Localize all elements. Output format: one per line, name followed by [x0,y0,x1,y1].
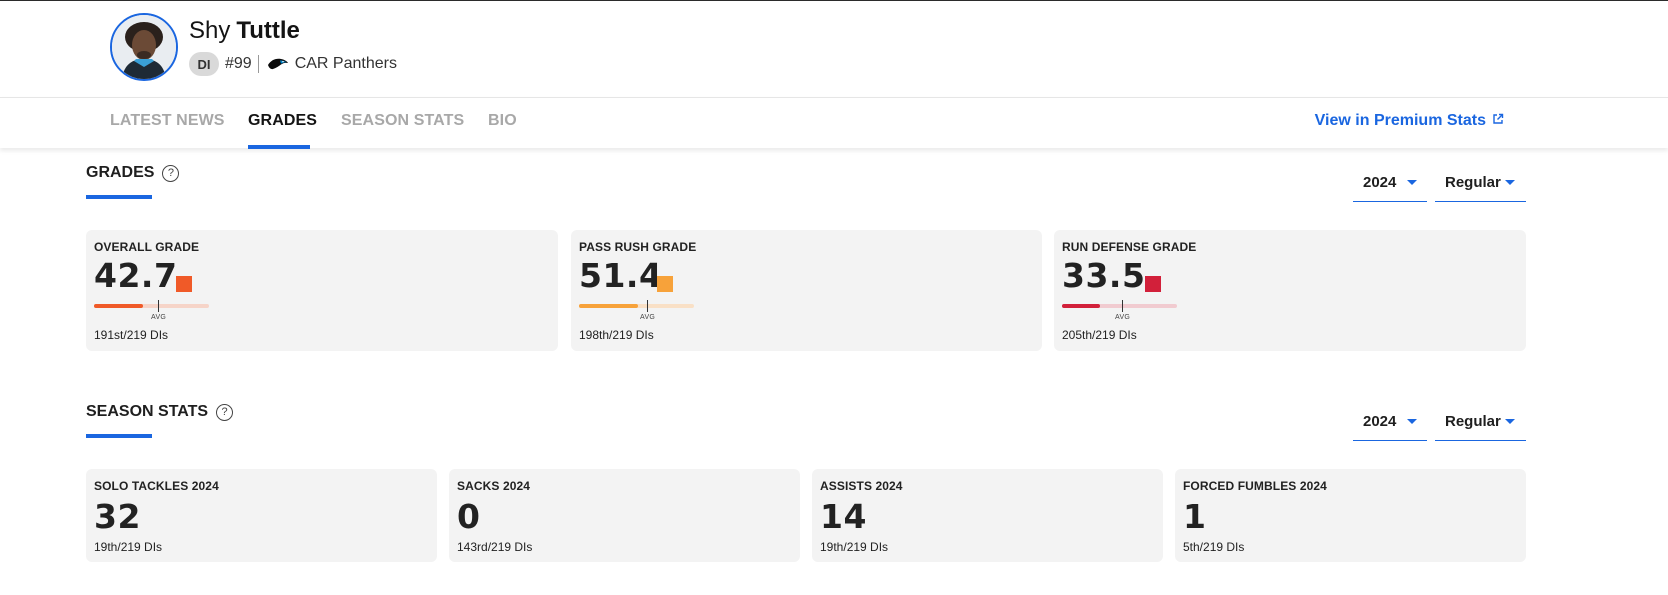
stat-card-label: FORCED FUMBLES 2024 [1183,479,1327,493]
avg-marker [1122,300,1123,312]
season-stats-year-dropdown[interactable]: 2024 [1353,402,1427,441]
grades-season-type-value: Regular [1445,173,1501,191]
position-badge: DI [189,52,219,76]
avg-marker [158,300,159,312]
jersey-number: #99 [225,55,252,72]
tab-bio[interactable]: BIO [488,112,517,130]
caret-down-icon [1505,419,1515,424]
player-meta: DI #99 CAR Panthers [189,51,397,77]
season-stats-season-type-dropdown[interactable]: Regular [1435,402,1526,441]
grade-card-value: 42.7 [94,256,178,295]
stat-card-solo-tackles: SOLO TACKLES 2024 32 19th/219 DIs [86,469,437,562]
stat-card-label: SACKS 2024 [457,479,531,493]
grade-card-rank: 198th/219 DIs [579,328,654,342]
grades-title: GRADES [86,164,155,181]
grade-card-rank: 191st/219 DIs [94,328,169,342]
stat-card-assists: ASSISTS 2024 14 19th/219 DIs [812,469,1163,562]
grade-bar-fill [94,304,143,308]
question-circle-icon[interactable]: ? [216,403,234,421]
question-circle-icon[interactable]: ? [162,164,180,182]
stat-card-rank: 19th/219 DIs [94,540,163,554]
stat-card-label: ASSISTS 2024 [820,479,903,493]
player-last-name: Tuttle [236,17,300,44]
grade-bar-track [94,304,209,308]
caret-down-icon [1505,180,1515,185]
premium-stats-label: View in Premium Stats [1314,112,1486,129]
player-name: Shy Tuttle [189,17,300,45]
grade-card-value: 33.5 [1062,256,1146,295]
grade-card-run-defense: RUN DEFENSE GRADE 33.5 AVG 205th/219 DIs [1054,230,1526,351]
season-stats-title-underline [86,434,152,438]
grade-color-swatch [176,276,192,292]
grade-card-rank: 205th/219 DIs [1062,328,1137,342]
grade-card-value: 51.4 [579,256,663,295]
stat-card-value: 0 [457,497,481,536]
grade-bar-track [1062,304,1177,308]
avg-label: AVG [640,314,656,321]
grade-card-label: OVERALL GRADE [94,240,200,254]
grades-year-dropdown[interactable]: 2024 [1353,163,1427,202]
external-link-icon [1492,112,1504,130]
avg-marker [647,300,648,312]
stat-card-forced-fumbles: FORCED FUMBLES 2024 1 5th/219 DIs [1175,469,1526,562]
premium-stats-link[interactable]: View in Premium Stats [1315,112,1504,130]
stat-card-rank: 19th/219 DIs [820,540,889,554]
grade-color-swatch [657,276,673,292]
grade-bar-fill [579,304,638,308]
avg-label: AVG [151,314,167,321]
avg-label: AVG [1115,314,1131,321]
active-tab-indicator [248,145,310,149]
stat-card-value: 14 [820,497,867,536]
tabs-bar: LATEST NEWS GRADES SEASON STATS BIO View… [0,97,1668,149]
tab-latest-news[interactable]: LATEST NEWS [110,112,225,130]
meta-divider [257,55,259,73]
player-first-name: Shy [189,17,231,44]
caret-down-icon [1407,419,1417,424]
grade-color-swatch [1145,276,1161,292]
stat-card-rank: 5th/219 DIs [1183,540,1245,554]
grade-bar-fill [1062,304,1100,308]
caret-down-icon [1407,180,1417,185]
stat-card-value: 32 [94,497,141,536]
grade-card-label: RUN DEFENSE GRADE [1062,240,1197,254]
tab-grades[interactable]: GRADES [248,112,317,130]
season-stats-season-type-value: Regular [1445,412,1501,430]
panthers-logo-icon [267,56,289,72]
grade-card-overall: OVERALL GRADE 42.7 AVG 191st/219 DIs [86,230,558,351]
grade-bar-track [579,304,694,308]
grade-card-pass-rush: PASS RUSH GRADE 51.4 AVG 198th/219 DIs [571,230,1042,351]
season-stats-title: SEASON STATS [86,403,209,420]
team-name[interactable]: CAR Panthers [295,55,397,73]
grade-card-label: PASS RUSH GRADE [579,240,697,254]
stat-card-sacks: SACKS 2024 0 143rd/219 DIs [449,469,800,562]
tab-season-stats[interactable]: SEASON STATS [341,112,464,130]
grades-title-underline [86,195,152,199]
season-stats-section-title: SEASON STATS ? [86,403,234,421]
player-header: Shy Tuttle DI #99 CAR Panthers [0,1,1668,97]
grades-season-type-dropdown[interactable]: Regular [1435,163,1526,202]
player-avatar [110,13,178,81]
grades-section-title: GRADES ? [86,164,180,182]
stat-card-rank: 143rd/219 DIs [457,540,533,554]
stat-card-value: 1 [1183,497,1207,536]
season-stats-year-value: 2024 [1363,412,1397,430]
grades-year-value: 2024 [1363,173,1397,191]
stat-card-label: SOLO TACKLES 2024 [94,479,219,493]
